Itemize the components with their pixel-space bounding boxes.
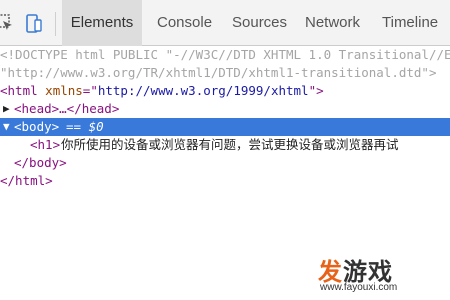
html-open-tag: <html xmlns="http://www.w3.org/1999/xhtm…	[0, 83, 324, 98]
body-close-node[interactable]: </body>	[0, 154, 450, 172]
html-close-node[interactable]: </html>	[0, 172, 450, 190]
html-close-tag: </html>	[0, 173, 53, 188]
tab-network[interactable]: Network	[305, 0, 360, 46]
h1-text: 你所使用的设备或浏览器有问题，尝试更换设备或浏览器再试	[61, 137, 399, 152]
tab-sources[interactable]: Sources	[232, 0, 287, 46]
inspect-element-icon[interactable]	[0, 14, 14, 32]
tab-timeline[interactable]: Timeline	[382, 0, 438, 46]
doctype-text: <!DOCTYPE html PUBLIC "-//W3C//DTD XHTML…	[0, 47, 450, 62]
doctype-dtd-text: "http://www.w3.org/TR/xhtml1/DTD/xhtml1-…	[0, 65, 437, 80]
selected-node-marker: == $0	[66, 119, 104, 134]
body-open-tag: <body>	[14, 119, 60, 134]
tab-console[interactable]: Console	[157, 0, 212, 46]
watermark-url: www.fayouxi.com	[320, 282, 398, 293]
html-node[interactable]: <html xmlns="http://www.w3.org/1999/xhtm…	[0, 82, 450, 100]
body-close-tag: </body>	[14, 155, 67, 170]
device-mode-icon[interactable]	[26, 14, 42, 34]
h1-node[interactable]: <h1> 你所使用的设备或浏览器有问题，尝试更换设备或浏览器再试	[0, 136, 450, 154]
doctype-line-continued[interactable]: "http://www.w3.org/TR/xhtml1/DTD/xhtml1-…	[0, 64, 450, 82]
xmlns-attribute: xmlns	[37, 83, 83, 98]
watermark-logo: 发游戏 www.fayouxi.com	[318, 252, 438, 296]
devtools-toolbar: Elements Console Sources Network Timelin…	[0, 0, 450, 46]
doctype-line[interactable]: <!DOCTYPE html PUBLIC "-//W3C//DTD XHTML…	[0, 46, 450, 64]
head-node[interactable]: ▶ <head>…</head>	[0, 100, 450, 118]
expand-arrow-icon[interactable]: ▶	[3, 100, 10, 118]
h1-open-tag: <h1>	[30, 137, 61, 152]
body-node-selected[interactable]: ▼ <body> == $0	[0, 118, 450, 136]
collapse-arrow-icon[interactable]: ▼	[3, 118, 10, 136]
xmlns-value[interactable]: http://www.w3.org/1999/xhtml	[98, 83, 309, 98]
toolbar-divider	[55, 12, 56, 36]
head-collapsed-tag: <head>…</head>	[14, 101, 120, 116]
tab-elements[interactable]: Elements	[62, 0, 142, 46]
